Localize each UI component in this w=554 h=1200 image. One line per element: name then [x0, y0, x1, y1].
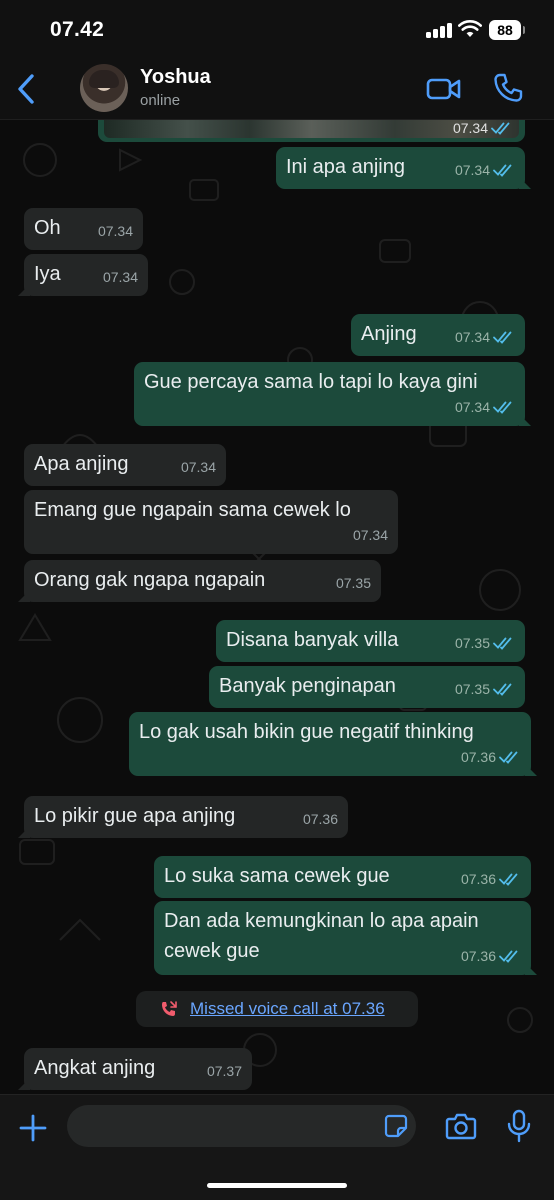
message-bubble-outgoing[interactable]: Lo gak usah bikin gue negatif thinking 0… — [129, 712, 537, 776]
read-ticks-icon — [493, 637, 512, 650]
message-meta: 07.34 — [98, 219, 133, 243]
message-meta: 07.36 — [303, 807, 338, 831]
message-bubble-outgoing[interactable]: Disana banyak villa 07.35 — [216, 620, 525, 662]
message-bubble-outgoing[interactable]: Anjing 07.34 — [351, 314, 525, 356]
message-meta: 07.37 — [207, 1059, 242, 1083]
status-time: 07.42 — [50, 18, 105, 41]
sticker-icon[interactable] — [384, 1114, 408, 1138]
message-bubble-incoming[interactable]: Orang gak ngapa ngapain 07.35 — [18, 560, 381, 602]
message-time: 07.35 — [454, 635, 490, 651]
message-bubble-outgoing[interactable]: Dan ada kemungkinan lo apa apain cewek g… — [154, 901, 537, 975]
read-ticks-icon — [493, 331, 512, 344]
message-meta: 07.34 — [455, 158, 515, 182]
missed-call-notice[interactable]: Missed voice call at 07.36 — [136, 991, 418, 1027]
contact-name[interactable]: Yoshua — [140, 66, 211, 89]
message-bubble-incoming[interactable]: Apa anjing 07.34 — [24, 444, 226, 486]
message-meta: 07.36 — [461, 867, 521, 891]
message-meta: 07.36 — [461, 745, 521, 769]
read-ticks-icon — [493, 401, 512, 414]
message-bubble-incoming[interactable]: Angkat anjing 07.37 — [18, 1048, 252, 1090]
plus-icon[interactable] — [18, 1113, 48, 1143]
message-time: 07.34 — [97, 223, 133, 239]
message-text: Lo gak usah bikin gue negatif thinking — [139, 721, 474, 743]
message-text: Emang gue ngapain sama cewek lo — [34, 499, 351, 521]
message-meta: 07.34 — [103, 265, 138, 289]
message-bubble-outgoing[interactable]: Ini apa anjing 07.34 — [276, 147, 531, 189]
message-meta: 07.34 — [455, 395, 515, 419]
message-time: 07.34 — [102, 269, 138, 285]
message-input[interactable] — [67, 1105, 416, 1147]
message-time: 07.34 — [454, 399, 490, 415]
status-bar: 07.42 88 — [0, 0, 554, 58]
message-time: 07.37 — [206, 1063, 242, 1079]
message-text: Gue percaya sama lo tapi lo kaya gini — [144, 371, 478, 393]
contact-status: online — [140, 92, 181, 109]
composer-bar — [0, 1094, 554, 1200]
message-bubble-incoming[interactable]: Lo pikir gue apa anjing 07.36 — [18, 796, 348, 838]
message-time: 07.34 — [352, 527, 388, 543]
message-meta: 07.35 — [336, 571, 371, 595]
message-meta: 07.35 — [455, 677, 515, 701]
message-meta: 07.34 — [181, 455, 216, 479]
video-camera-icon[interactable] — [426, 74, 462, 104]
message-meta: 07.34 — [353, 523, 388, 547]
cellular-signal-icon — [426, 22, 454, 38]
message-text: Lo pikir gue apa anjing — [34, 805, 236, 827]
message-time: 07.34 — [180, 459, 216, 475]
message-bubble-outgoing[interactable]: Lo suka sama cewek gue 07.36 — [154, 856, 531, 898]
message-meta: 07.34 — [455, 325, 515, 349]
message-text: Orang gak ngapa ngapain — [34, 569, 266, 591]
message-text-line: Dan ada kemungkinan lo apa apain — [164, 910, 479, 932]
chevron-left-icon[interactable] — [12, 70, 42, 108]
message-time: 07.36 — [460, 948, 496, 964]
read-ticks-icon — [499, 950, 518, 963]
read-ticks-icon — [499, 873, 518, 886]
camera-icon[interactable] — [445, 1112, 477, 1140]
chat-header: Yoshua online — [0, 58, 554, 120]
read-ticks-icon — [493, 683, 512, 696]
home-indicator — [207, 1183, 347, 1188]
message-bubble-incoming[interactable]: Oh 07.34 — [24, 208, 143, 250]
avatar[interactable] — [80, 64, 128, 112]
missed-call-text[interactable]: Missed voice call at 07.36 — [190, 999, 385, 1019]
read-ticks-icon — [493, 164, 512, 177]
message-meta: 07.34 — [453, 120, 513, 136]
message-bubble-incoming[interactable]: Iya 07.34 — [18, 254, 148, 296]
message-time: 07.34 — [454, 162, 490, 178]
photo-message[interactable]: 07.34 — [98, 120, 525, 142]
message-meta: 07.36 — [461, 944, 521, 968]
battery-indicator: 88 — [489, 20, 525, 40]
phone-icon[interactable] — [492, 72, 524, 104]
message-time: 07.34 — [452, 120, 488, 136]
message-time: 07.35 — [335, 575, 371, 591]
message-time: 07.35 — [454, 681, 490, 697]
message-time: 07.36 — [460, 871, 496, 887]
message-time: 07.36 — [460, 749, 496, 765]
missed-call-icon — [162, 1001, 177, 1016]
message-time: 07.34 — [454, 329, 490, 345]
message-meta: 07.35 — [455, 631, 515, 655]
read-ticks-icon — [499, 751, 518, 764]
message-bubble-outgoing[interactable]: Gue percaya sama lo tapi lo kaya gini 07… — [134, 362, 531, 426]
message-bubble-outgoing[interactable]: Banyak penginapan 07.35 — [209, 666, 525, 708]
wifi-icon — [458, 20, 482, 37]
message-time: 07.36 — [302, 811, 338, 827]
chat-area[interactable]: 07.34 Ini apa anjing 07.34 Oh 07.34 Iya … — [0, 120, 554, 1094]
microphone-icon[interactable] — [507, 1109, 531, 1143]
read-ticks-icon — [491, 122, 510, 135]
message-bubble-incoming[interactable]: Emang gue ngapain sama cewek lo 07.34 — [24, 490, 398, 554]
